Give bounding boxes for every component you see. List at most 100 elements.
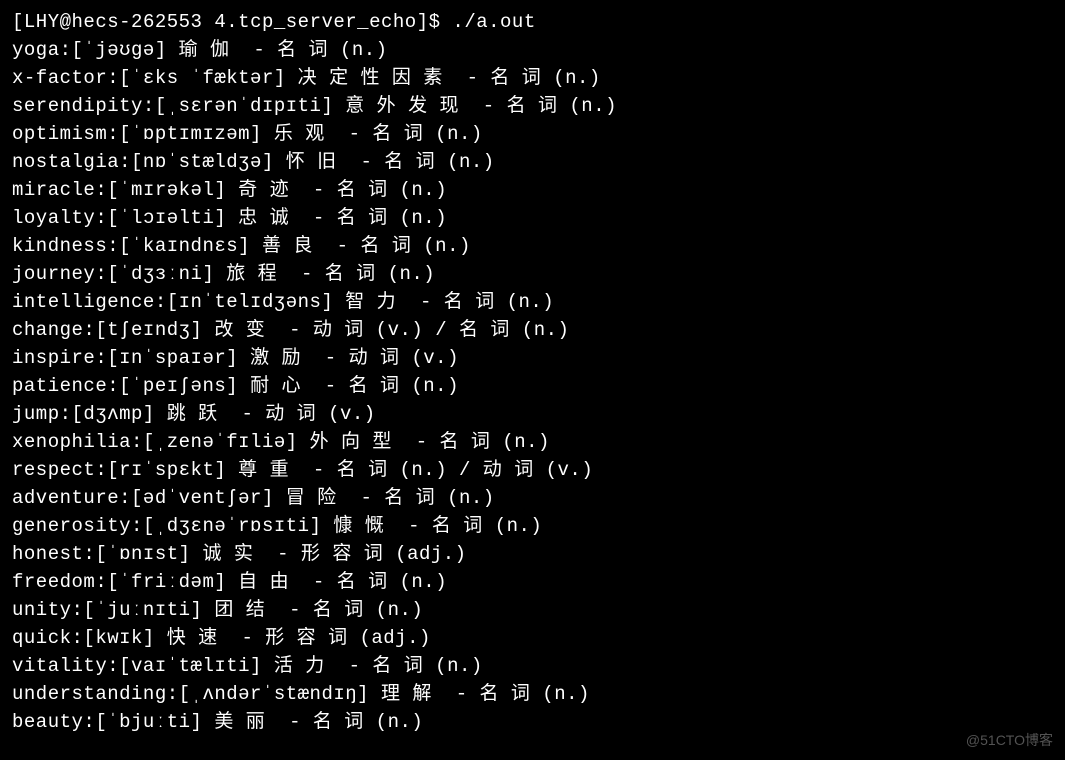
entry-word: journey	[12, 263, 95, 285]
entry-colon: :	[131, 515, 143, 537]
dictionary-entry: journey:[ˈdʒɜːni] 旅 程 - 名 词 (n.)	[12, 260, 1053, 288]
entry-translation: 理 解	[381, 683, 432, 705]
entry-colon: :	[72, 599, 84, 621]
entry-colon: :	[95, 347, 107, 369]
entry-word: inspire	[12, 347, 95, 369]
entry-colon: :	[155, 291, 167, 313]
entry-pos: 名 词 (n.)	[444, 291, 554, 313]
dictionary-entry: respect:[rɪˈspɛkt] 尊 重 - 名 词 (n.) / 动 词 …	[12, 456, 1053, 484]
entry-pos: 名 词 (n.)	[507, 95, 617, 117]
entry-translation: 冒 险	[286, 487, 337, 509]
entry-colon: :	[107, 235, 119, 257]
entry-pos: 名 词 (n.)	[337, 207, 447, 229]
dictionary-entry: unity:[ˈjuːnɪti] 团 结 - 名 词 (n.)	[12, 596, 1053, 624]
entry-pos: 名 词 (n.)	[313, 599, 423, 621]
dictionary-entry: intelligence:[ɪnˈtelɪdʒəns] 智 力 - 名 词 (n…	[12, 288, 1053, 316]
entry-word: adventure	[12, 487, 119, 509]
entry-colon: :	[119, 487, 131, 509]
prompt-cwd: 4.tcp_server_echo	[214, 11, 416, 33]
entry-word: beauty	[12, 711, 83, 733]
entry-word: intelligence	[12, 291, 155, 313]
entry-pos: 名 词 (n.)	[490, 67, 600, 89]
dictionary-entry: yoga:[ˈjəʊɡə] 瑜 伽 - 名 词 (n.)	[12, 36, 1053, 64]
entry-phonetic: [ˈjuːnɪti]	[83, 599, 202, 621]
entry-phonetic: [ˈkaɪndnɛs]	[119, 235, 250, 257]
dictionary-entry: beauty:[ˈbjuːti] 美 丽 - 名 词 (n.)	[12, 708, 1053, 736]
entry-colon: :	[95, 263, 107, 285]
entry-colon: :	[107, 67, 119, 89]
entry-translation: 耐 心	[250, 375, 301, 397]
entry-phonetic: [kwɪk]	[83, 627, 154, 649]
entry-colon: :	[95, 207, 107, 229]
entry-word: xenophilia	[12, 431, 131, 453]
dictionary-entry: serendipity:[ˌsɛrənˈdɪpɪti] 意 外 发 现 - 名 …	[12, 92, 1053, 120]
entry-word: honest	[12, 543, 83, 565]
entry-translation: 活 力	[274, 655, 325, 677]
entry-word: jump	[12, 403, 60, 425]
entry-colon: :	[107, 655, 119, 677]
entry-phonetic: [nɒˈstældʒə]	[131, 151, 274, 173]
entry-word: serendipity	[12, 95, 143, 117]
dictionary-entry: freedom:[ˈfriːdəm] 自 由 - 名 词 (n.)	[12, 568, 1053, 596]
entry-phonetic: [ˈɒnɪst]	[95, 543, 190, 565]
entry-translation: 自 由	[238, 571, 289, 593]
prompt-user: LHY	[24, 11, 60, 33]
dictionary-entry: patience:[ˈpeɪʃəns] 耐 心 - 名 词 (n.)	[12, 372, 1053, 400]
entry-translation: 善 良	[262, 235, 313, 257]
entry-word: quick	[12, 627, 72, 649]
dictionary-entry: x-factor:[ˈɛks ˈfæktər] 决 定 性 因 素 - 名 词 …	[12, 64, 1053, 92]
dictionary-entry: understanding:[ˌʌndərˈstændɪŋ] 理 解 - 名 词…	[12, 680, 1053, 708]
entry-translation: 瑜 伽	[179, 39, 230, 61]
dictionary-entry: change:[tʃeɪndʒ] 改 变 - 动 词 (v.) / 名 词 (n…	[12, 316, 1053, 344]
entry-colon: :	[95, 571, 107, 593]
entry-pos: 名 词 (n.)	[277, 39, 387, 61]
terminal-output[interactable]: [LHY@hecs-262553 4.tcp_server_echo]$ ./a…	[12, 8, 1053, 736]
entry-pos: 名 词 (n.) / 动 词 (v.)	[337, 459, 594, 481]
entry-word: optimism	[12, 123, 107, 145]
entry-colon: :	[119, 151, 131, 173]
entry-phonetic: [ɪnˈspaɪər]	[107, 347, 238, 369]
entry-pos: 名 词 (n.)	[313, 711, 423, 733]
entry-pos: 名 词 (n.)	[349, 375, 459, 397]
entry-colon: :	[83, 543, 95, 565]
entry-pos: 名 词 (n.)	[325, 263, 435, 285]
entry-translation: 怀 旧	[286, 151, 337, 173]
entry-phonetic: [ˌʌndərˈstændɪŋ]	[179, 683, 369, 705]
entry-word: nostalgia	[12, 151, 119, 173]
entry-colon: :	[60, 403, 72, 425]
entry-colon: :	[143, 95, 155, 117]
entry-phonetic: [dʒʌmp]	[72, 403, 155, 425]
entry-colon: :	[60, 39, 72, 61]
entry-translation: 外 向 型	[310, 431, 392, 453]
entry-phonetic: [tʃeɪndʒ]	[95, 319, 202, 341]
entry-phonetic: [rɪˈspɛkt]	[107, 459, 226, 481]
entry-word: respect	[12, 459, 95, 481]
entry-translation: 诚 实	[202, 543, 253, 565]
entry-pos: 名 词 (n.)	[360, 235, 470, 257]
dictionary-entry: inspire:[ɪnˈspaɪər] 激 励 - 动 词 (v.)	[12, 344, 1053, 372]
dictionary-entry: jump:[dʒʌmp] 跳 跃 - 动 词 (v.)	[12, 400, 1053, 428]
entry-colon: :	[72, 627, 84, 649]
entry-pos: 动 词 (v.)	[265, 403, 375, 425]
entry-pos: 形 容 词 (adj.)	[301, 543, 467, 565]
entry-phonetic: [ˌzenəˈfɪliə]	[143, 431, 298, 453]
entry-translation: 快 速	[167, 627, 218, 649]
entry-translation: 改 变	[214, 319, 265, 341]
entry-translation: 乐 观	[274, 123, 325, 145]
entry-phonetic: [ˈpeɪʃəns]	[119, 375, 238, 397]
dictionary-entry: vitality:[vaɪˈtælɪti] 活 力 - 名 词 (n.)	[12, 652, 1053, 680]
dictionary-entry: generosity:[ˌdʒɛnəˈrɒsɪti] 慷 慨 - 名 词 (n.…	[12, 512, 1053, 540]
entry-translation: 团 结	[214, 599, 265, 621]
entry-translation: 旅 程	[226, 263, 277, 285]
dictionary-entry: kindness:[ˈkaɪndnɛs] 善 良 - 名 词 (n.)	[12, 232, 1053, 260]
entry-colon: :	[83, 711, 95, 733]
entry-phonetic: [ˈɛks ˈfæktər]	[119, 67, 286, 89]
prompt-open-bracket: [	[12, 11, 24, 33]
entry-word: x-factor	[12, 67, 107, 89]
dictionary-output: yoga:[ˈjəʊɡə] 瑜 伽 - 名 词 (n.)x-factor:[ˈɛ…	[12, 36, 1053, 736]
entry-word: yoga	[12, 39, 60, 61]
dictionary-entry: miracle:[ˈmɪrəkəl] 奇 迹 - 名 词 (n.)	[12, 176, 1053, 204]
entry-phonetic: [ˌdʒɛnəˈrɒsɪti]	[143, 515, 322, 537]
entry-pos: 名 词 (n.)	[432, 515, 542, 537]
entry-pos: 动 词 (v.) / 名 词 (n.)	[313, 319, 570, 341]
